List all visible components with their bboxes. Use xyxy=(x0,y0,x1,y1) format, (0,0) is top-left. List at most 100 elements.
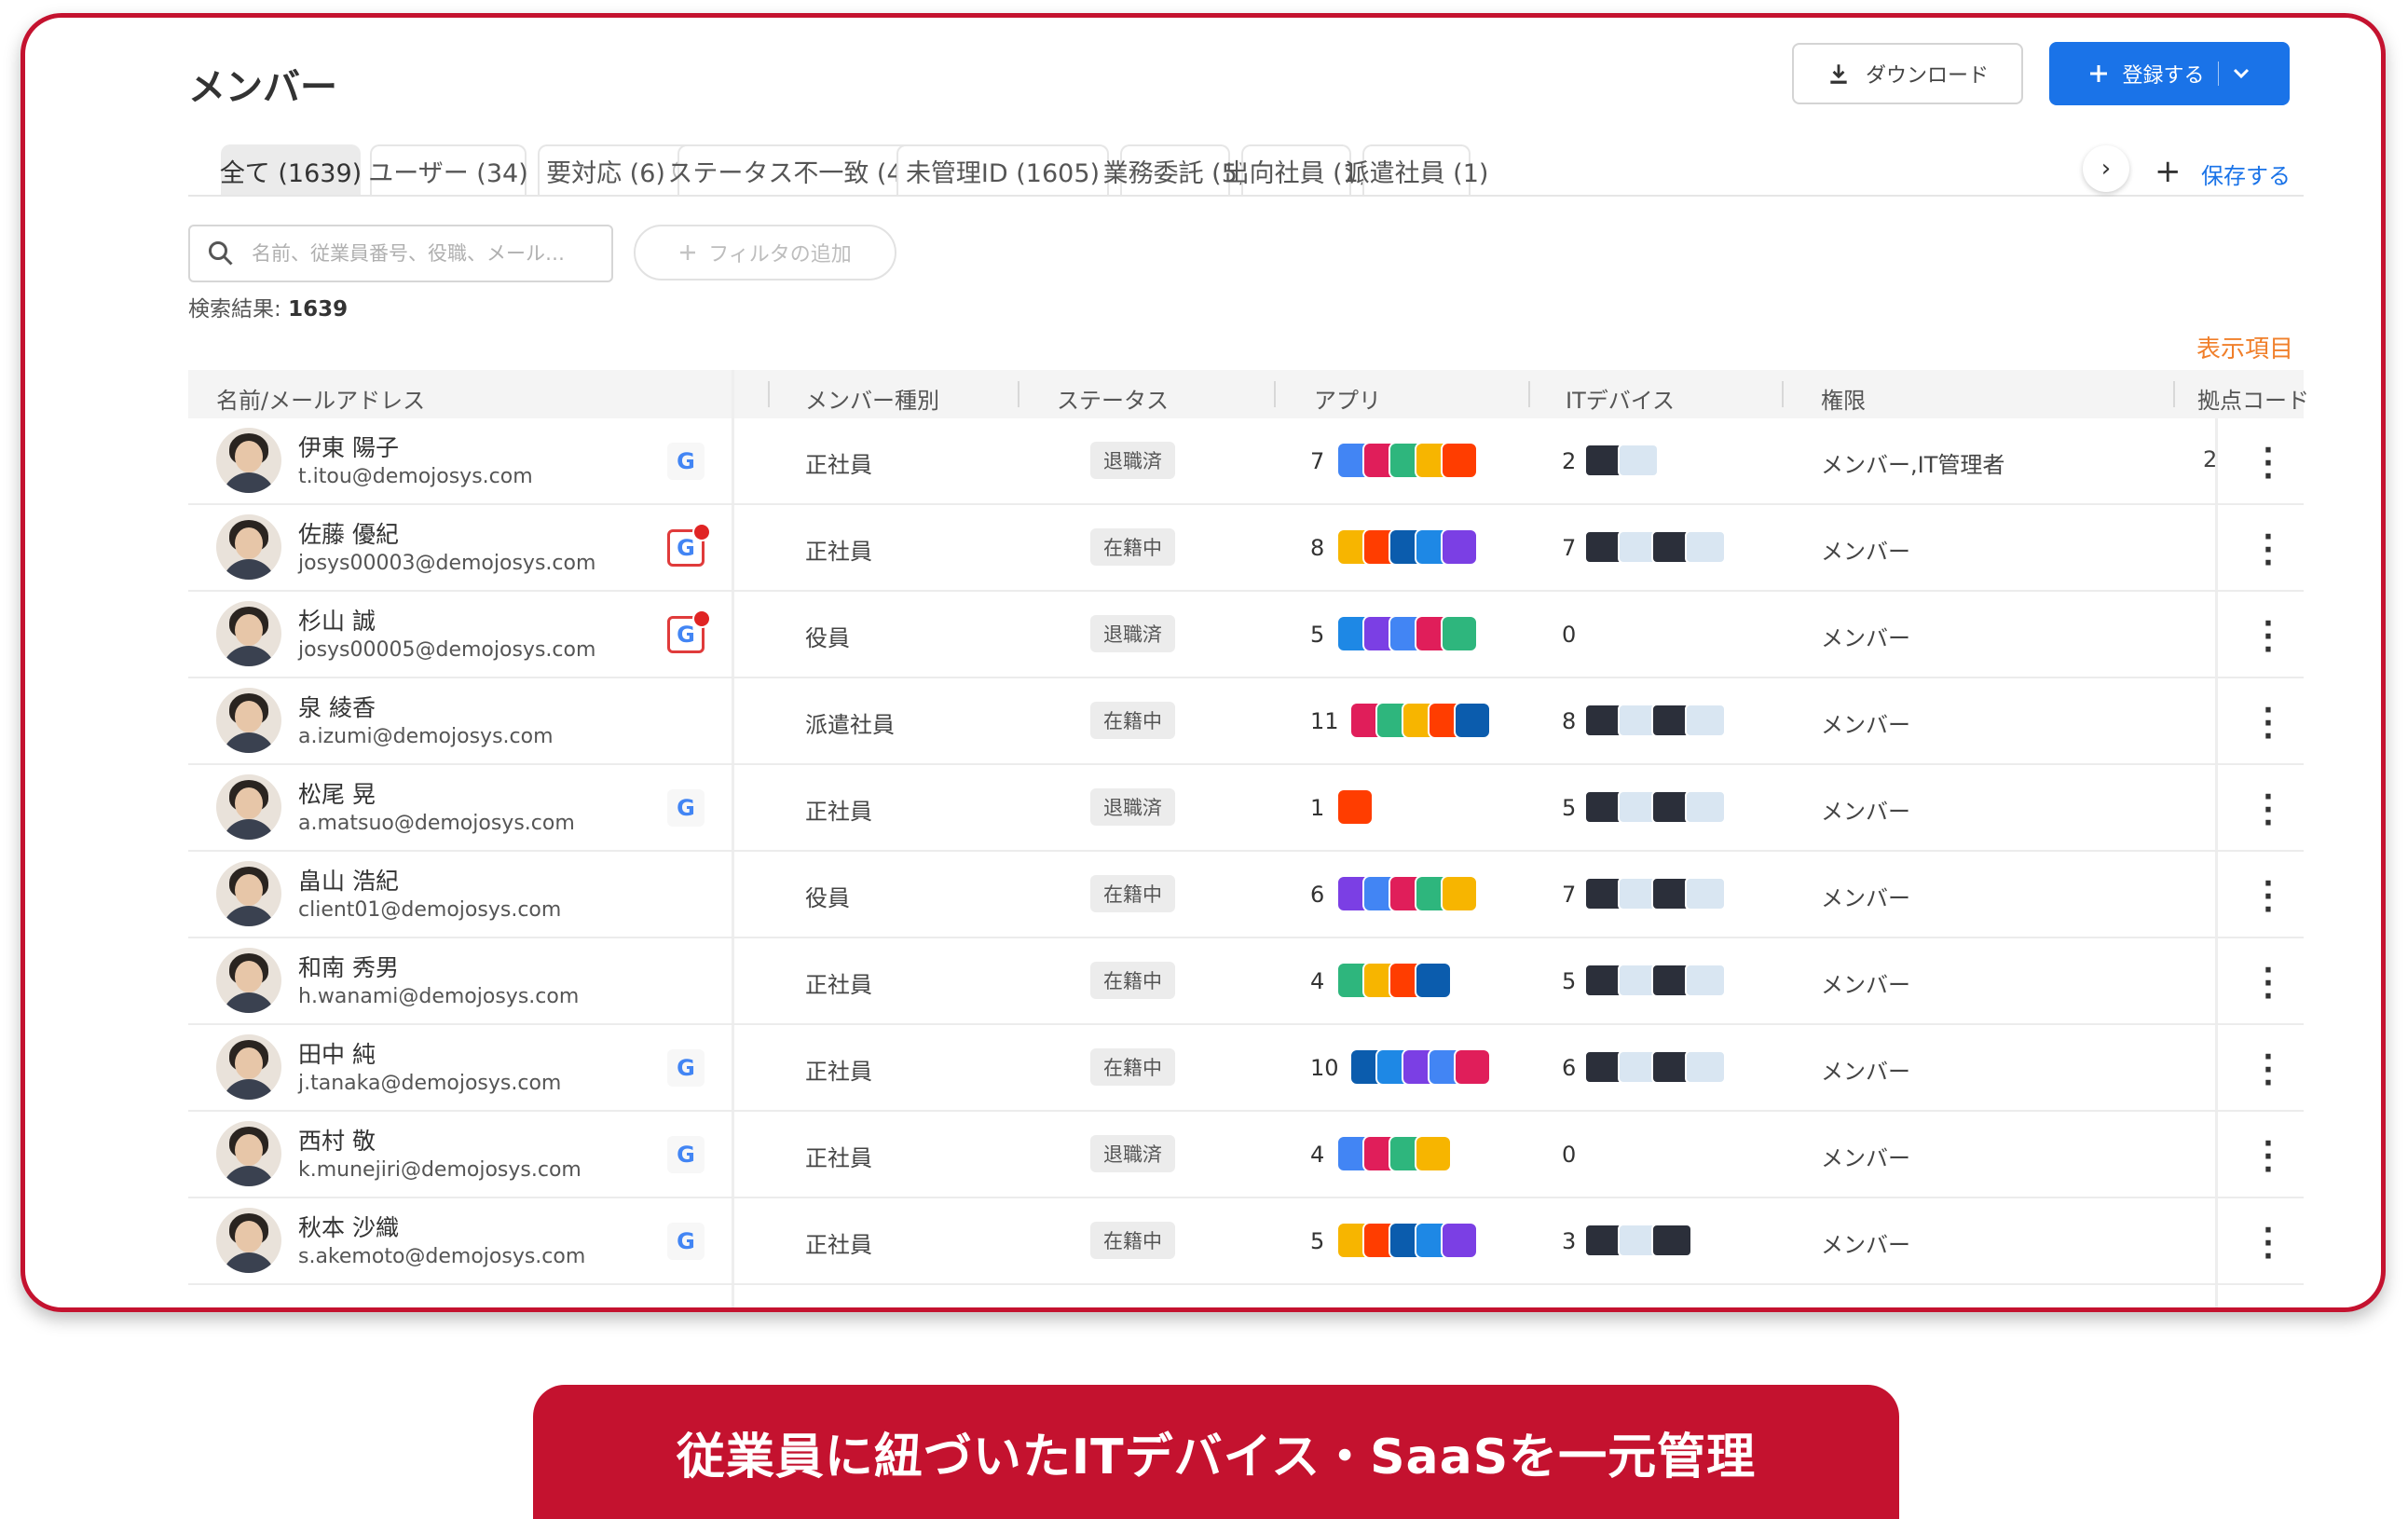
chevron-right-icon: › xyxy=(2100,155,2112,183)
table-row[interactable]: 田中 純 j.tanaka@demojosys.com G 正社員 在籍中 10 6 メンバー… xyxy=(188,1025,2304,1112)
app-icon-stack[interactable] xyxy=(1349,700,1491,741)
row-menu-icon[interactable]: · · · xyxy=(2250,1130,2287,1184)
app-icon-stack[interactable] xyxy=(1336,1133,1452,1174)
app-icon-stack[interactable] xyxy=(1336,527,1478,568)
search-input[interactable] xyxy=(250,241,598,266)
member-name[interactable]: 佐藤 優紀 xyxy=(298,516,399,550)
app-icon xyxy=(1441,442,1478,479)
download-button[interactable]: ダウンロード xyxy=(1792,43,2023,104)
member-name[interactable]: 伊東 陽子 xyxy=(298,430,399,463)
display-items-link[interactable]: 表示項目 xyxy=(2196,330,2293,364)
member-name[interactable]: 和南 秀男 xyxy=(298,950,399,983)
row-menu-icon[interactable]: · · · xyxy=(2250,1217,2287,1271)
google-account-warning-icon[interactable]: G xyxy=(667,523,711,567)
tab-item[interactable]: 未管理ID (1605) xyxy=(896,144,1109,195)
tab-label: 全て (1639) xyxy=(219,158,363,188)
results-value: 1639 xyxy=(288,297,349,322)
google-account-icon[interactable]: G xyxy=(667,443,705,480)
device-icon-stack[interactable] xyxy=(1584,960,1726,1001)
tab-item[interactable]: 出向社員 (1) xyxy=(1225,144,1368,195)
column-header-name[interactable]: 名前/メールアドレス xyxy=(216,382,425,415)
member-name[interactable]: 泉 綾香 xyxy=(298,690,376,723)
column-header-member-type[interactable]: メンバー種別 xyxy=(805,382,939,415)
member-name[interactable]: 杉山 誠 xyxy=(298,603,376,636)
row-menu-icon[interactable]: · · · xyxy=(2250,437,2287,491)
column-header-status[interactable]: ステータス xyxy=(1057,382,1169,415)
row-menu-icon[interactable]: · · · xyxy=(2250,610,2287,664)
google-account-icon[interactable]: G xyxy=(667,789,705,827)
row-menu-icon[interactable]: · · · xyxy=(2250,697,2287,751)
chevron-down-icon[interactable] xyxy=(2232,67,2251,80)
table-row[interactable]: 和南 秀男 h.wanami@demojosys.com 正社員 在籍中 4 5 メンバー ·… xyxy=(188,938,2304,1025)
device-icon-stack[interactable] xyxy=(1584,873,1726,914)
app-icon xyxy=(1441,615,1478,652)
device-icon-stack[interactable] xyxy=(1584,787,1726,828)
tab-underline xyxy=(188,195,2304,197)
member-name[interactable]: 田中 純 xyxy=(298,1036,376,1070)
save-tabs-link[interactable]: 保存する xyxy=(2201,157,2291,190)
app-icon xyxy=(1441,1222,1478,1259)
app-icon xyxy=(1415,962,1452,999)
device-icon-stack[interactable] xyxy=(1584,700,1726,741)
member-type: 役員 xyxy=(805,625,850,651)
table-row[interactable]: 西村 敬 k.munejiri@demojosys.com G 正社員 退職済 4 0 メンバ… xyxy=(188,1112,2304,1198)
column-header-apps[interactable]: アプリ xyxy=(1314,382,1381,415)
row-menu-icon[interactable]: · · · xyxy=(2250,784,2287,838)
row-menu-icon[interactable]: · · · xyxy=(2250,1044,2287,1098)
device-icon-stack[interactable] xyxy=(1584,440,1659,481)
member-name[interactable]: 秋本 沙織 xyxy=(298,1210,399,1243)
member-name[interactable]: 西村 敬 xyxy=(298,1123,376,1156)
column-header-site-code[interactable]: 拠点コード xyxy=(2197,382,2309,415)
app-icon xyxy=(1441,875,1478,912)
table-row[interactable]: 松尾 晃 a.matsuo@demojosys.com G 正社員 退職済 1 5 メンバー ·… xyxy=(188,765,2304,852)
device-count: 5 xyxy=(1562,795,1577,821)
member-type: 正社員 xyxy=(805,1059,872,1085)
add-tab-button[interactable]: + xyxy=(2155,153,2182,190)
row-menu-icon[interactable]: · · · xyxy=(2250,524,2287,578)
member-name[interactable]: 松尾 晃 xyxy=(298,776,376,810)
column-header-devices[interactable]: ITデバイス xyxy=(1566,382,1675,415)
register-button[interactable]: 登録する xyxy=(2049,42,2290,105)
device-icon xyxy=(1651,1224,1692,1257)
google-account-icon[interactable]: G xyxy=(667,1223,705,1260)
google-account-icon[interactable]: G xyxy=(667,1136,705,1173)
app-icon-stack[interactable] xyxy=(1336,1220,1478,1261)
member-role: メンバー xyxy=(1821,625,1910,651)
table-row[interactable]: 杉山 誠 josys00005@demojosys.com G 役員 退職済 5 0 メンバー… xyxy=(188,592,2304,678)
device-icon-stack[interactable] xyxy=(1584,527,1726,568)
table-row[interactable]: 畠山 浩紀 client01@demojosys.com 役員 在籍中 6 7 メンバー · ·… xyxy=(188,852,2304,938)
tab-scroll-next-button[interactable]: › xyxy=(2083,145,2129,192)
tab-item[interactable]: ステータス不一致 (4)? xyxy=(667,144,932,195)
app-count: 5 xyxy=(1310,622,1325,648)
app-icon-stack[interactable] xyxy=(1349,1047,1491,1088)
tab-item[interactable]: ユーザー (34) xyxy=(368,144,528,195)
device-icon-stack[interactable] xyxy=(1584,1220,1692,1261)
tab-item[interactable]: 業務委託 (5) xyxy=(1103,144,1247,195)
app-icon-stack[interactable] xyxy=(1336,613,1478,654)
device-icon-stack[interactable] xyxy=(1584,1047,1726,1088)
table-row[interactable]: 泉 綾香 a.izumi@demojosys.com 派遣社員 在籍中 11 8 メンバー ·… xyxy=(188,678,2304,765)
add-filter-button[interactable]: フィルタの追加 xyxy=(634,225,896,281)
table-row[interactable]: 伊東 陽子 t.itou@demojosys.com G 正社員 退職済 7 2 メンバー,I… xyxy=(188,418,2304,505)
table-row[interactable]: 佐藤 優紀 josys00003@demojosys.com G 正社員 在籍中 8 7 メン… xyxy=(188,505,2304,592)
app-count: 11 xyxy=(1310,708,1339,734)
app-icon-stack[interactable] xyxy=(1336,960,1452,1001)
app-icon xyxy=(1441,528,1478,566)
app-window: メンバー ダウンロード 登録する 全て (1639) ユーザー (34) 要対応 (… xyxy=(21,13,2386,1312)
row-menu-icon[interactable]: · · · xyxy=(2250,870,2287,924)
member-name[interactable]: 畠山 浩紀 xyxy=(298,863,399,896)
app-icon-stack[interactable] xyxy=(1336,787,1374,828)
app-count: 7 xyxy=(1310,448,1325,474)
row-menu-icon[interactable]: · · · xyxy=(2250,957,2287,1011)
app-icon-stack[interactable] xyxy=(1336,440,1478,481)
table-row[interactable]: 秋本 沙織 s.akemoto@demojosys.com G 正社員 在籍中 5 3 メンバ… xyxy=(188,1198,2304,1285)
search-box[interactable] xyxy=(188,225,613,282)
column-header-role[interactable]: 権限 xyxy=(1821,382,1866,415)
google-account-icon[interactable]: G xyxy=(667,1049,705,1087)
device-count: 6 xyxy=(1562,1055,1577,1081)
app-icon-stack[interactable] xyxy=(1336,873,1478,914)
site-code: 2 xyxy=(2203,446,2218,472)
tab-item[interactable]: 全て (1639) xyxy=(219,144,363,195)
google-account-warning-icon[interactable]: G xyxy=(667,609,711,653)
tab-item[interactable]: 派遣社員 (1) xyxy=(1345,144,1488,195)
